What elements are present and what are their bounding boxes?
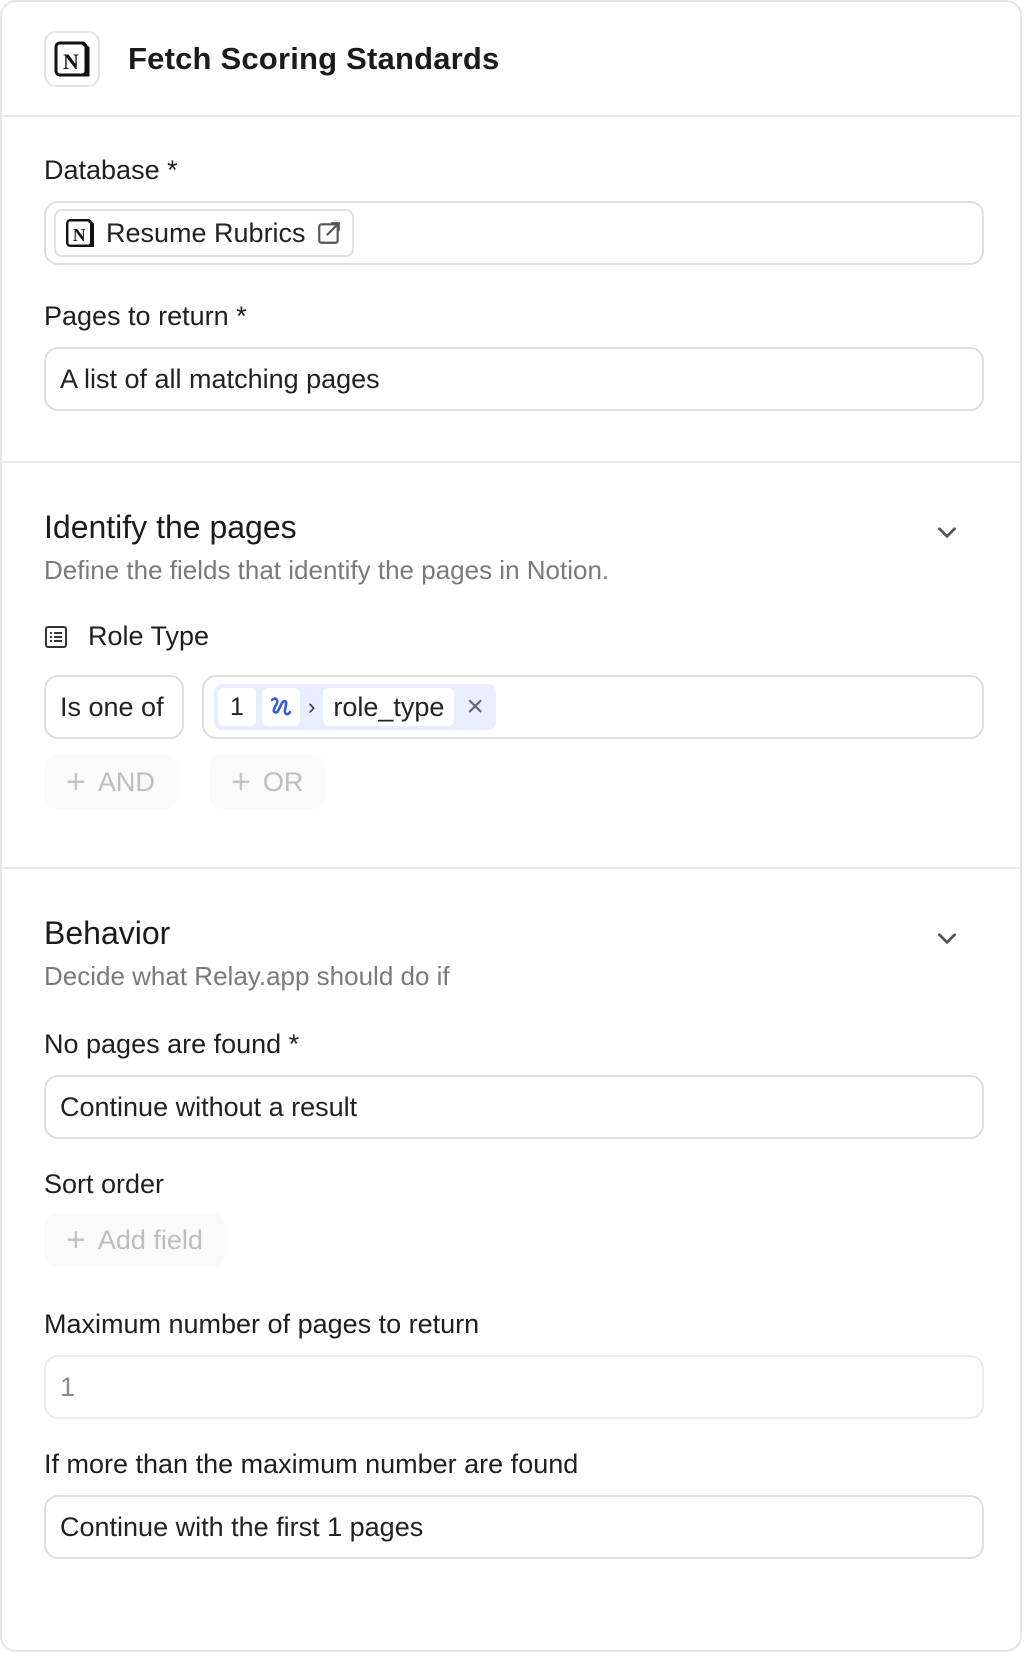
token-field-name: role_type [323,688,455,726]
step-title: Fetch Scoring Standards [128,40,500,76]
add-or-condition-button[interactable]: + OR [209,755,326,809]
or-label: OR [262,766,304,797]
pages-to-return-value: A list of all matching pages [60,363,380,394]
over-max-label: If more than the maximum number are foun… [44,1449,579,1479]
operator-select[interactable]: Is one of [44,675,184,739]
max-pages-placeholder: 1 [60,1371,76,1402]
identify-title: Identify the pages [44,509,297,545]
token-separator: › [308,694,316,719]
add-field-label: Add field [97,1224,203,1255]
database-chip[interactable]: N Resume Rubrics [54,209,354,257]
external-link-icon[interactable] [316,220,342,246]
plus-icon: + [66,763,86,801]
identify-subtitle: Define the fields that identify the page… [44,555,610,585]
relay-variable-icon [262,688,300,726]
no-pages-value: Continue without a result [60,1091,358,1122]
plus-icon: + [231,763,251,801]
operator-value: Is one of [60,691,164,722]
svg-text:N: N [73,225,86,245]
pages-to-return-label: Pages to return * [44,301,247,331]
remove-token-icon[interactable]: × [460,692,492,722]
step-config-panel: N Fetch Scoring Standards Database * N R… [0,0,1022,1652]
no-pages-label: No pages are found * [44,1029,300,1059]
variable-token[interactable]: 1 › role_type × [214,684,496,730]
svg-text:N: N [63,49,79,74]
over-max-select[interactable]: Continue with the first 1 pages [44,1495,984,1559]
sort-order-label: Sort order [44,1169,165,1199]
notion-icon: N [44,30,100,87]
behavior-subtitle: Decide what Relay.app should do if [44,961,450,991]
database-field[interactable]: N Resume Rubrics [44,201,984,265]
chevron-down-icon[interactable] [934,925,960,951]
database-label: Database * [44,155,178,185]
chevron-down-icon[interactable] [934,519,960,545]
behavior-title: Behavior [44,915,171,951]
over-max-value: Continue with the first 1 pages [60,1511,424,1542]
property-label: Role Type [88,621,210,651]
add-and-condition-button[interactable]: + AND [44,755,177,809]
max-pages-input[interactable]: 1 [44,1355,984,1419]
and-label: AND [97,766,155,797]
add-sort-field-button[interactable]: + Add field [44,1213,225,1267]
plus-icon: + [66,1221,86,1259]
pages-to-return-select[interactable]: A list of all matching pages [44,347,984,411]
identify-pages-section: Identify the pages Define the fields tha… [2,463,1020,869]
notion-icon: N [66,219,94,247]
no-pages-select[interactable]: Continue without a result [44,1075,984,1139]
max-pages-label: Maximum number of pages to return [44,1309,480,1339]
basic-settings-section: Database * N Resume Rubrics Pages to ret… [2,117,1020,463]
filter-value-field[interactable]: 1 › role_type × [202,675,984,739]
property-row-role-type: Role Type [44,621,209,652]
token-step-number: 1 [218,688,256,726]
panel-header: N Fetch Scoring Standards [2,2,1020,117]
list-property-icon [45,625,67,648]
database-name: Resume Rubrics [106,217,306,248]
